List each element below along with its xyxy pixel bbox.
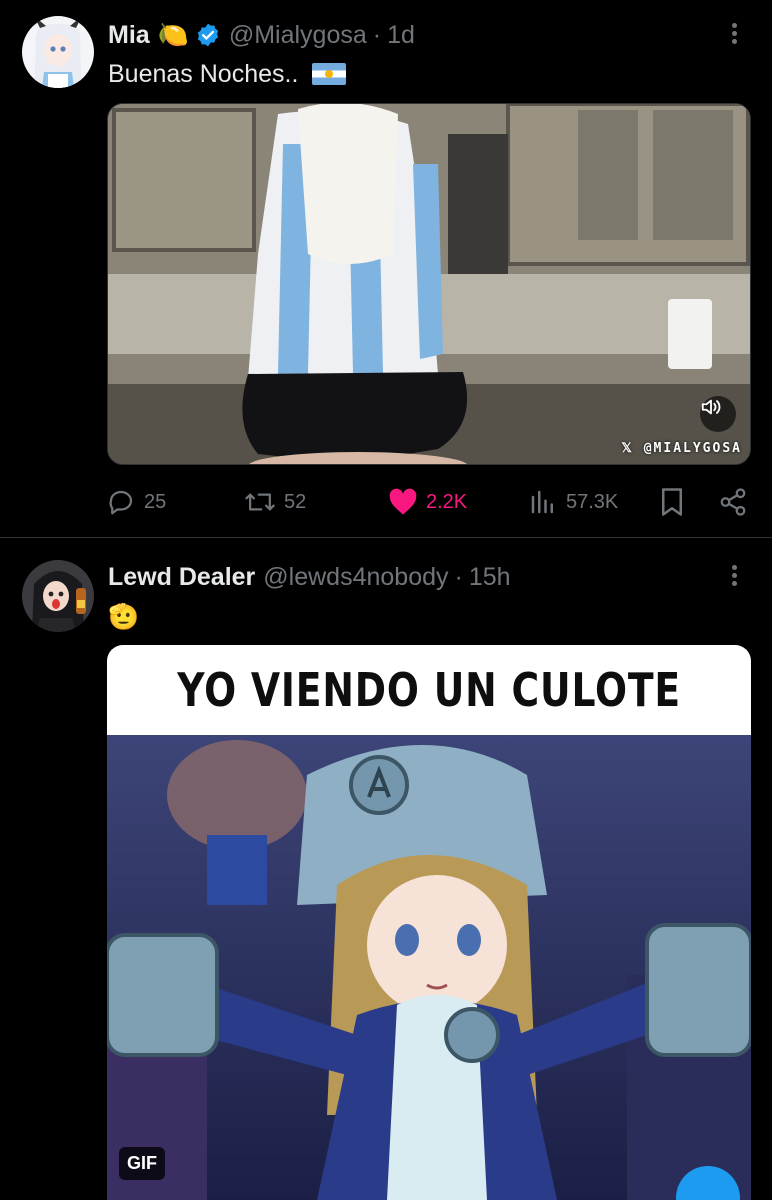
share-icon [720, 488, 746, 516]
separator-dot: · [454, 562, 463, 591]
avatar[interactable] [22, 560, 94, 632]
reply-button[interactable]: 25 [106, 482, 166, 522]
reply-count: 25 [144, 490, 167, 513]
tweet-text: Buenas Noches.. [108, 58, 347, 90]
avatar[interactable] [22, 16, 94, 88]
tweet-text-content: Buenas Noches.. [108, 59, 299, 88]
meme-caption-bar: YO VIENDO UN CULOTE [107, 645, 751, 735]
author-handle[interactable]: @lewds4nobody [263, 563, 448, 592]
views-count: 57.3K [566, 490, 619, 513]
views-button[interactable]: 57.3K [528, 482, 618, 522]
repost-icon [245, 493, 275, 511]
video-watermark: 𝕏 @MIALYGOSA [621, 441, 742, 456]
tweet-header: Mia 🍋 @Mialygosa · 1d [108, 18, 712, 52]
lemon-emoji: 🍋 [157, 20, 189, 49]
tweet[interactable]: Lewd Dealer @lewds4nobody · 15h 🫡 YO VIE… [0, 538, 772, 1200]
argentina-flag-icon [312, 63, 347, 85]
speaker-icon[interactable] [700, 396, 736, 432]
like-count: 2.2K [426, 490, 468, 513]
author-name[interactable]: Lewd Dealer [108, 563, 255, 592]
heart-icon [389, 488, 417, 515]
bookmark-icon [662, 488, 682, 516]
tweet-header: Lewd Dealer @lewds4nobody · 15h [108, 560, 712, 594]
action-bar: 25 52 2.2K 57.3K [106, 482, 752, 522]
tweet[interactable]: Mia 🍋 @Mialygosa · 1d Buenas Noches.. 𝕏 … [0, 0, 772, 538]
gif-media[interactable]: YO VIENDO UN CULOTE GIF [107, 645, 751, 1200]
gif-frame [107, 735, 751, 1200]
video-frame [108, 104, 750, 464]
repost-count: 52 [284, 490, 307, 513]
meme-caption: YO VIENDO UN CULOTE [177, 663, 681, 717]
verified-badge-icon [195, 22, 221, 48]
timestamp[interactable]: 15h [469, 563, 511, 592]
author-handle[interactable]: @Mialygosa [229, 21, 367, 50]
author-name[interactable]: Mia [108, 21, 150, 50]
more-options-icon[interactable] [724, 20, 744, 50]
reply-icon [109, 490, 133, 515]
bookmark-button[interactable] [658, 482, 694, 522]
video-media[interactable]: 𝕏 @MIALYGOSA [107, 103, 751, 465]
views-icon [531, 490, 553, 514]
separator-dot: · [372, 20, 382, 49]
more-options-icon[interactable] [724, 562, 744, 592]
tweet-text: 🫡 [108, 600, 139, 634]
gif-badge: GIF [119, 1147, 165, 1180]
repost-button[interactable]: 52 [244, 482, 306, 522]
saluting-face-emoji: 🫡 [108, 602, 140, 631]
timestamp[interactable]: 1d [387, 21, 415, 50]
share-button[interactable] [718, 482, 756, 522]
like-button[interactable]: 2.2K [388, 482, 467, 522]
